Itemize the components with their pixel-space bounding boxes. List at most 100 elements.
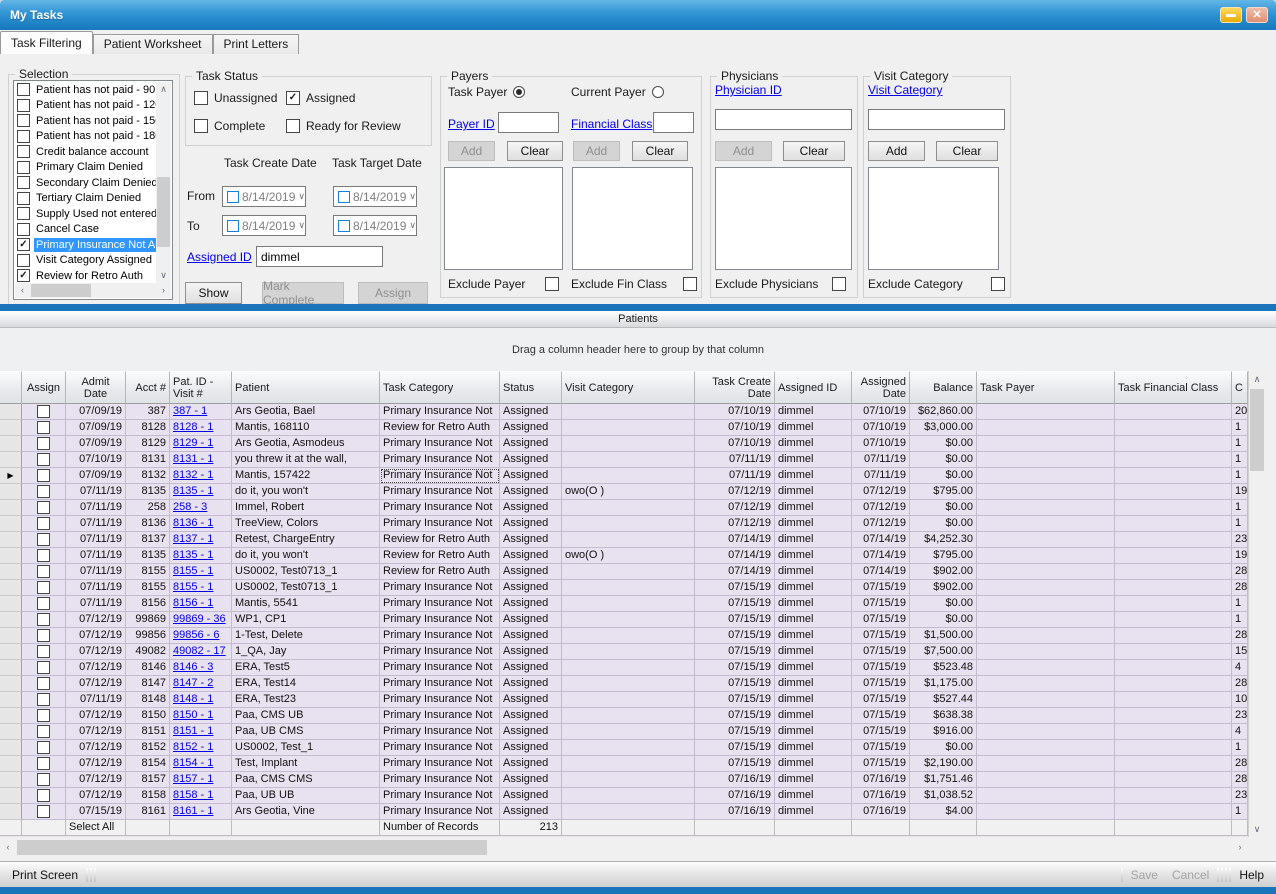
selection-item[interactable]: Secondary Claim Denied — [15, 175, 157, 191]
physician-id-link[interactable]: Physician ID — [715, 83, 782, 97]
chevron-down-icon[interactable]: ∨ — [298, 191, 305, 202]
selection-horizontal-scrollbar[interactable]: ‹ › — [15, 283, 171, 298]
patient-visit-link[interactable]: 8155 - 1 — [173, 581, 213, 593]
selection-item-checkbox[interactable] — [17, 130, 30, 143]
unassigned-checkbox[interactable] — [194, 91, 208, 105]
scroll-up-icon[interactable]: ∧ — [156, 82, 171, 97]
table-row[interactable]: 07/11/1981368136 - 1TreeView, ColorsPrim… — [0, 516, 1264, 532]
table-row[interactable]: 07/12/1981588158 - 1Paa, UB UBPrimary In… — [0, 788, 1264, 804]
table-row[interactable]: 07/11/1981558155 - 1US0002, Test0713_1Re… — [0, 564, 1264, 580]
table-row[interactable]: 07/11/1981358135 - 1do it, you won'tPrim… — [0, 484, 1264, 500]
chevron-down-icon[interactable]: ∨ — [298, 220, 305, 231]
table-row[interactable]: 07/11/1981358135 - 1do it, you won'tRevi… — [0, 548, 1264, 564]
payer-id-link[interactable]: Payer ID — [448, 117, 495, 131]
patient-visit-link[interactable]: 8135 - 1 — [173, 485, 213, 497]
scrollbar-thumb[interactable] — [1250, 389, 1264, 471]
patient-visit-link[interactable]: 8132 - 1 — [173, 469, 213, 481]
financial-class-input[interactable] — [653, 112, 694, 133]
patient-visit-link[interactable]: 8150 - 1 — [173, 709, 213, 721]
current-payer-radio[interactable] — [652, 86, 664, 98]
physician-clear-button[interactable]: Clear — [783, 141, 845, 161]
selection-item[interactable]: Patient has not paid - 90 da — [15, 82, 157, 98]
patient-visit-link[interactable]: 8147 - 2 — [173, 677, 213, 689]
assign-checkbox[interactable] — [37, 437, 50, 450]
column-header-balance[interactable]: Balance — [910, 371, 977, 404]
task-payer-radio[interactable] — [513, 86, 525, 98]
column-header-assigned-id[interactable]: Assigned ID — [775, 371, 852, 404]
assign-checkbox[interactable] — [37, 453, 50, 466]
exclude-category-checkbox[interactable] — [991, 277, 1005, 291]
payer-clear-button[interactable]: Clear — [507, 141, 563, 161]
table-row[interactable]: 07/10/1981318131 - 1you threw it at the … — [0, 452, 1264, 468]
table-row[interactable]: 07/09/1981288128 - 1Mantis, 168110Review… — [0, 420, 1264, 436]
column-header-assigned-date[interactable]: Assigned Date — [852, 371, 910, 404]
assign-checkbox[interactable] — [37, 533, 50, 546]
tab-print-letters[interactable]: Print Letters — [213, 34, 300, 54]
fin-class-clear-button[interactable]: Clear — [632, 141, 688, 161]
patient-visit-link[interactable]: 8158 - 1 — [173, 789, 213, 801]
selection-item-checkbox[interactable] — [17, 223, 30, 236]
patient-visit-link[interactable]: 8128 - 1 — [173, 421, 213, 433]
assign-checkbox[interactable] — [37, 693, 50, 706]
target-to-datepicker[interactable]: 8/14/2019 ∨ — [333, 215, 417, 236]
selection-item-checkbox[interactable] — [17, 192, 30, 205]
selection-item-checkbox[interactable] — [17, 99, 30, 112]
visit-category-link[interactable]: Visit Category — [868, 83, 942, 97]
assign-checkbox[interactable] — [37, 645, 50, 658]
assign-checkbox[interactable] — [37, 517, 50, 530]
selection-item[interactable]: Patient has not paid - 120 d — [15, 98, 157, 114]
patient-visit-link[interactable]: 49082 - 17 — [173, 645, 226, 657]
fin-class-listbox[interactable] — [572, 167, 693, 270]
selection-item-checkbox[interactable] — [17, 176, 30, 189]
column-header-visit-category[interactable]: Visit Category — [562, 371, 695, 404]
date-enable-checkbox[interactable] — [227, 191, 239, 203]
show-button[interactable]: Show — [185, 282, 242, 304]
assign-checkbox[interactable] — [37, 405, 50, 418]
assign-checkbox[interactable] — [37, 741, 50, 754]
patient-visit-link[interactable]: 8136 - 1 — [173, 517, 213, 529]
physician-add-button[interactable]: Add — [715, 141, 772, 161]
payer-add-button[interactable]: Add — [448, 141, 495, 161]
column-header-admit-date[interactable]: Admit Date — [66, 371, 126, 404]
table-row[interactable]: 07/11/1981488148 - 1ERA, Test23Primary I… — [0, 692, 1264, 708]
patient-visit-link[interactable]: 8152 - 1 — [173, 741, 213, 753]
table-row[interactable]: 07/11/1981378137 - 1Retest, ChargeEntryR… — [0, 532, 1264, 548]
selection-item-checkbox[interactable] — [17, 114, 30, 127]
scroll-left-icon[interactable]: ‹ — [0, 839, 16, 856]
table-row[interactable]: 07/12/1981508150 - 1Paa, CMS UBPrimary I… — [0, 708, 1264, 724]
patient-visit-link[interactable]: 8137 - 1 — [173, 533, 213, 545]
selection-item[interactable]: Supply Used not entered — [15, 206, 157, 222]
patient-visit-link[interactable]: 8146 - 3 — [173, 661, 213, 673]
selection-item-checkbox[interactable] — [17, 83, 30, 96]
tab-patient-worksheet[interactable]: Patient Worksheet — [93, 34, 213, 54]
selection-item[interactable]: Review for Retro Auth — [15, 268, 157, 283]
assign-checkbox[interactable] — [37, 789, 50, 802]
save-button[interactable]: Save — [1131, 868, 1158, 882]
patient-visit-link[interactable]: 8131 - 1 — [173, 453, 213, 465]
column-header-pat-id-visit[interactable]: Pat. ID - Visit # — [170, 371, 232, 404]
column-header-task-category[interactable]: Task Category — [380, 371, 500, 404]
assign-checkbox[interactable] — [37, 597, 50, 610]
patient-visit-link[interactable]: 8151 - 1 — [173, 725, 213, 737]
physician-id-input[interactable] — [715, 109, 852, 130]
date-enable-checkbox[interactable] — [227, 220, 239, 232]
visit-category-clear-button[interactable]: Clear — [936, 141, 998, 161]
assign-checkbox[interactable] — [37, 629, 50, 642]
selection-item-checkbox[interactable] — [17, 238, 30, 251]
scroll-right-icon[interactable]: › — [1232, 839, 1248, 856]
complete-checkbox[interactable] — [194, 119, 208, 133]
patient-visit-link[interactable]: 8155 - 1 — [173, 565, 213, 577]
table-row[interactable]: 07/09/19387387 - 1Ars Geotia, BaelPrimar… — [0, 404, 1264, 420]
create-from-datepicker[interactable]: 8/14/2019 ∨ — [222, 186, 306, 207]
column-header-task-create-date[interactable]: Task Create Date — [695, 371, 775, 404]
table-row[interactable]: 07/12/1981528152 - 1US0002, Test_1Primar… — [0, 740, 1264, 756]
column-header-patient[interactable]: Patient — [232, 371, 380, 404]
print-screen-button[interactable]: Print Screen — [12, 868, 78, 882]
selection-vertical-scrollbar[interactable]: ∧ ∨ — [156, 82, 171, 283]
selection-item[interactable]: Tertiary Claim Denied — [15, 191, 157, 207]
assign-checkbox[interactable] — [37, 581, 50, 594]
physician-listbox[interactable] — [715, 167, 852, 270]
patient-visit-link[interactable]: 99856 - 6 — [173, 629, 219, 641]
mark-complete-button[interactable]: Mark Complete — [262, 282, 344, 304]
assign-button[interactable]: Assign — [358, 282, 428, 304]
